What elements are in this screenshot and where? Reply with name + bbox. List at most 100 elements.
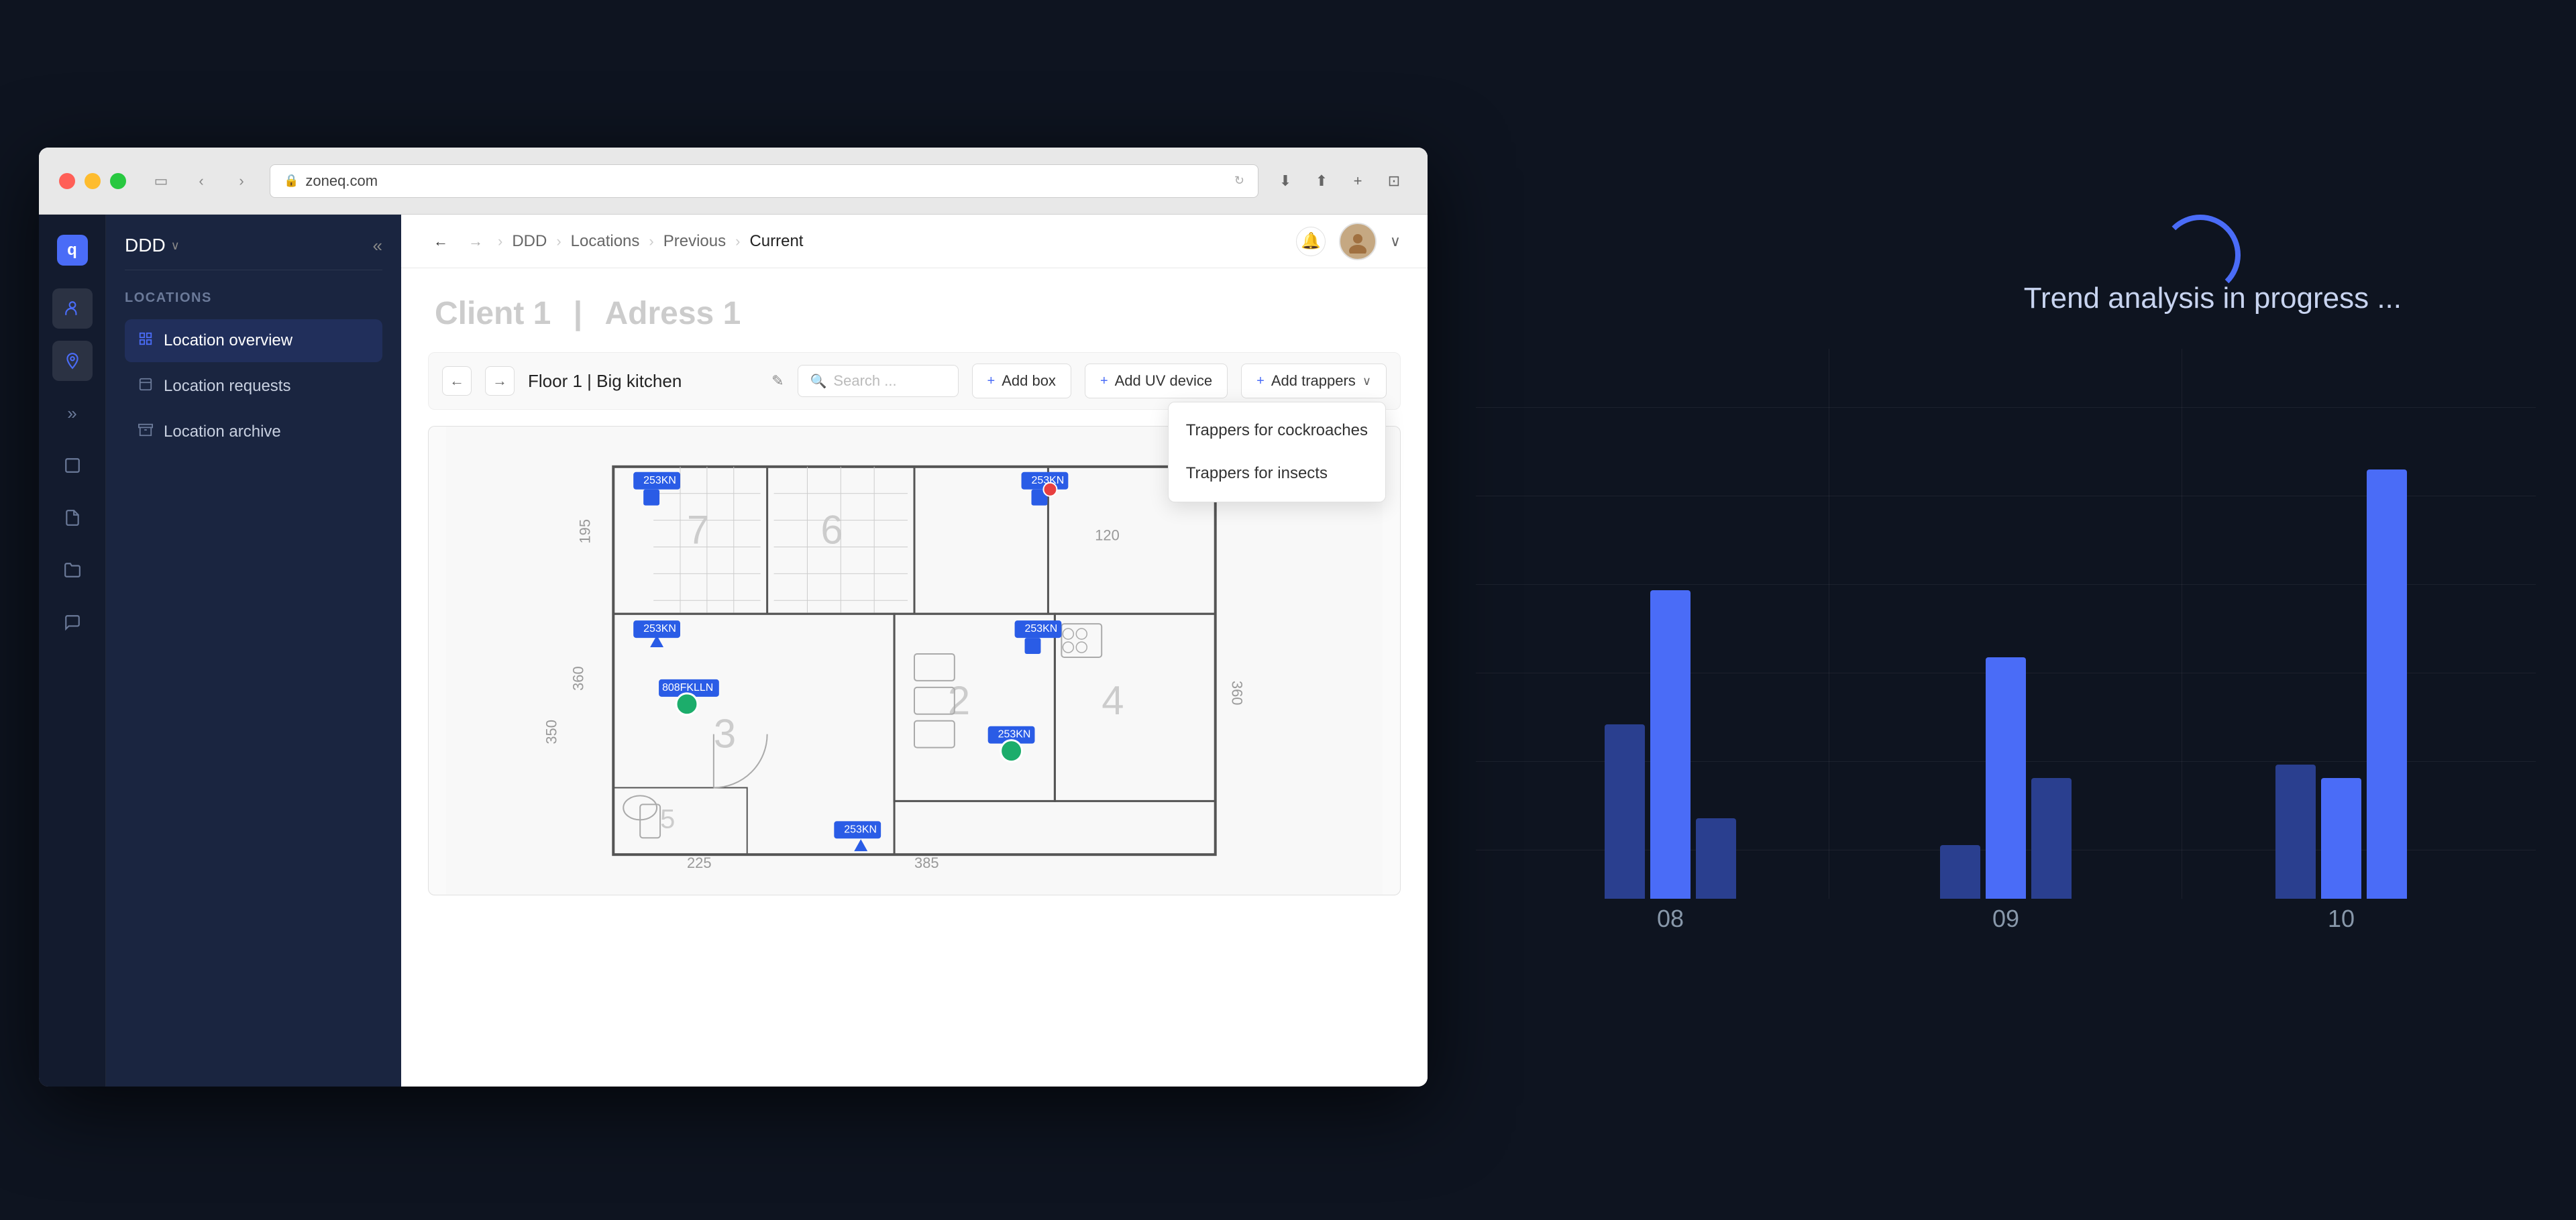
sidebar-item-location-requests[interactable]: Location requests bbox=[125, 365, 382, 408]
user-menu-chevron-icon[interactable]: ∨ bbox=[1390, 233, 1401, 250]
bar-chart: 08 09 10 bbox=[1476, 349, 2536, 939]
page-content: Client 1 | Adress 1 ← → Floor 1 | Big ki… bbox=[401, 268, 1428, 1087]
svg-text:120: 120 bbox=[1095, 527, 1120, 544]
search-input[interactable]: Search ... bbox=[833, 372, 896, 390]
notification-bell-button[interactable]: 🔔 bbox=[1296, 227, 1326, 256]
svg-text:360: 360 bbox=[570, 666, 586, 691]
reload-icon[interactable]: ↻ bbox=[1234, 174, 1244, 188]
add-uv-icon: + bbox=[1100, 374, 1108, 389]
chart-group-08 bbox=[1503, 376, 1838, 899]
svg-text:253KN: 253KN bbox=[844, 824, 877, 835]
floorplan-forward-button[interactable]: → bbox=[485, 366, 515, 396]
svg-text:3: 3 bbox=[714, 712, 736, 757]
chart-group-09 bbox=[1838, 376, 2174, 899]
svg-text:7: 7 bbox=[687, 508, 709, 553]
sidebar-icon-box[interactable] bbox=[52, 445, 93, 486]
sidebar-icon-chevron[interactable]: » bbox=[52, 393, 93, 433]
svg-text:4: 4 bbox=[1102, 678, 1124, 723]
add-box-button[interactable]: + Add box bbox=[972, 364, 1071, 398]
bar-10-1 bbox=[2275, 765, 2316, 899]
bar-08-2 bbox=[1650, 590, 1690, 899]
share-icon[interactable]: ⬆ bbox=[1308, 168, 1335, 195]
sidebar-icon-strip: q » bbox=[39, 215, 106, 1087]
browser-window: ▭ ‹ › 🔒 zoneq.com ↻ ⬇ ⬆ + ⊡ q bbox=[39, 148, 1428, 1087]
workspace-chevron-icon: ∨ bbox=[171, 239, 180, 253]
logo-icon[interactable]: q bbox=[57, 235, 88, 266]
x-label-10: 10 bbox=[2174, 899, 2509, 939]
add-uv-device-button[interactable]: + Add UV device bbox=[1085, 364, 1228, 398]
minimize-button[interactable] bbox=[85, 173, 101, 189]
location-requests-label: Location requests bbox=[164, 377, 290, 396]
bar-08-3 bbox=[1696, 818, 1736, 899]
breadcrumb-current: Current bbox=[749, 232, 803, 251]
trend-analysis-label: Trend analysis in progress ... bbox=[2024, 282, 2402, 315]
svg-text:350: 350 bbox=[543, 720, 560, 744]
breadcrumb: ← → › DDD › Locations › Previous › Curre… bbox=[428, 230, 1285, 253]
bar-09-2 bbox=[1986, 657, 2026, 899]
sidebar-content: DDD ∨ « LOCATIONS Location overview bbox=[106, 215, 401, 1087]
sidebar-icon-chat[interactable] bbox=[52, 602, 93, 643]
top-bar: ← → › DDD › Locations › Previous › Curre… bbox=[401, 215, 1428, 268]
svg-text:195: 195 bbox=[576, 519, 593, 544]
floor-name-label: Floor 1 | Big kitchen bbox=[528, 371, 758, 392]
x-label-08: 08 bbox=[1503, 899, 1838, 939]
sidebar-item-location-archive[interactable]: Location archive bbox=[125, 410, 382, 453]
breadcrumb-previous[interactable]: Previous bbox=[663, 232, 726, 251]
chart-x-labels: 08 09 10 bbox=[1503, 899, 2509, 939]
maximize-button[interactable] bbox=[110, 173, 126, 189]
trappers-dropdown: Trappers for cockroaches Trappers for in… bbox=[1168, 402, 1386, 502]
browser-sidebar-toggle[interactable]: ▭ bbox=[146, 166, 176, 196]
sidebar: q » bbox=[39, 215, 401, 1087]
location-archive-label: Location archive bbox=[164, 423, 281, 441]
sidebar-collapse-button[interactable]: « bbox=[373, 235, 382, 256]
floorplan-back-button[interactable]: ← bbox=[442, 366, 472, 396]
dropdown-cockroaches[interactable]: Trappers for cockroaches bbox=[1169, 409, 1385, 452]
browser-action-buttons: ⬇ ⬆ + ⊡ bbox=[1272, 168, 1407, 195]
chart-bars bbox=[1503, 376, 2509, 899]
add-box-icon: + bbox=[987, 374, 996, 389]
dropdown-insects[interactable]: Trappers for insects bbox=[1169, 452, 1385, 495]
sidebar-icon-document[interactable] bbox=[52, 498, 93, 538]
breadcrumb-forward-button[interactable]: → bbox=[463, 230, 488, 253]
add-trappers-icon: + bbox=[1256, 374, 1265, 389]
reader-icon[interactable]: ⊡ bbox=[1381, 168, 1407, 195]
sidebar-item-location-overview[interactable]: Location overview bbox=[125, 319, 382, 362]
sidebar-icon-person[interactable] bbox=[52, 288, 93, 329]
download-icon[interactable]: ⬇ bbox=[1272, 168, 1299, 195]
search-bar[interactable]: 🔍 Search ... bbox=[798, 365, 959, 397]
breadcrumb-locations[interactable]: Locations bbox=[571, 232, 640, 251]
main-content: ← → › DDD › Locations › Previous › Curre… bbox=[401, 215, 1428, 1087]
breadcrumb-sep1: › bbox=[498, 233, 502, 250]
traffic-lights bbox=[59, 173, 126, 189]
sidebar-icon-folder[interactable] bbox=[52, 550, 93, 590]
lock-icon: 🔒 bbox=[284, 174, 299, 188]
svg-text:253KN: 253KN bbox=[998, 729, 1031, 740]
floor-edit-button[interactable]: ✎ bbox=[771, 372, 784, 390]
bar-10-3 bbox=[2367, 469, 2407, 899]
bar-09-3 bbox=[2031, 778, 2072, 899]
svg-text:2: 2 bbox=[948, 678, 970, 723]
bar-08-1 bbox=[1605, 724, 1645, 899]
url-text: zoneq.com bbox=[305, 172, 378, 190]
sidebar-split: q » bbox=[39, 215, 401, 1087]
chart-group-10 bbox=[2174, 376, 2509, 899]
location-requests-icon bbox=[138, 377, 153, 396]
breadcrumb-ddd[interactable]: DDD bbox=[512, 232, 547, 251]
close-button[interactable] bbox=[59, 173, 75, 189]
location-archive-icon bbox=[138, 423, 153, 441]
svg-text:6: 6 bbox=[820, 508, 843, 553]
svg-text:253KN: 253KN bbox=[643, 475, 676, 486]
address-bar[interactable]: 🔒 zoneq.com ↻ bbox=[270, 164, 1258, 198]
browser-chrome: ▭ ‹ › 🔒 zoneq.com ↻ ⬇ ⬆ + ⊡ bbox=[39, 148, 1428, 215]
user-avatar[interactable] bbox=[1339, 223, 1377, 260]
add-trappers-button[interactable]: + Add trappers ∨ Trappers for cockroache… bbox=[1241, 364, 1387, 398]
breadcrumb-back-button[interactable]: ← bbox=[428, 230, 453, 253]
new-tab-icon[interactable]: + bbox=[1344, 168, 1371, 195]
sidebar-icon-location[interactable] bbox=[52, 341, 93, 381]
x-label-09: 09 bbox=[1838, 899, 2174, 939]
bar-10-2 bbox=[2321, 778, 2361, 899]
location-overview-icon bbox=[138, 331, 153, 350]
svg-text:808FKLLN: 808FKLLN bbox=[662, 682, 713, 694]
browser-back-button[interactable]: ‹ bbox=[186, 166, 216, 196]
browser-forward-button[interactable]: › bbox=[227, 166, 256, 196]
